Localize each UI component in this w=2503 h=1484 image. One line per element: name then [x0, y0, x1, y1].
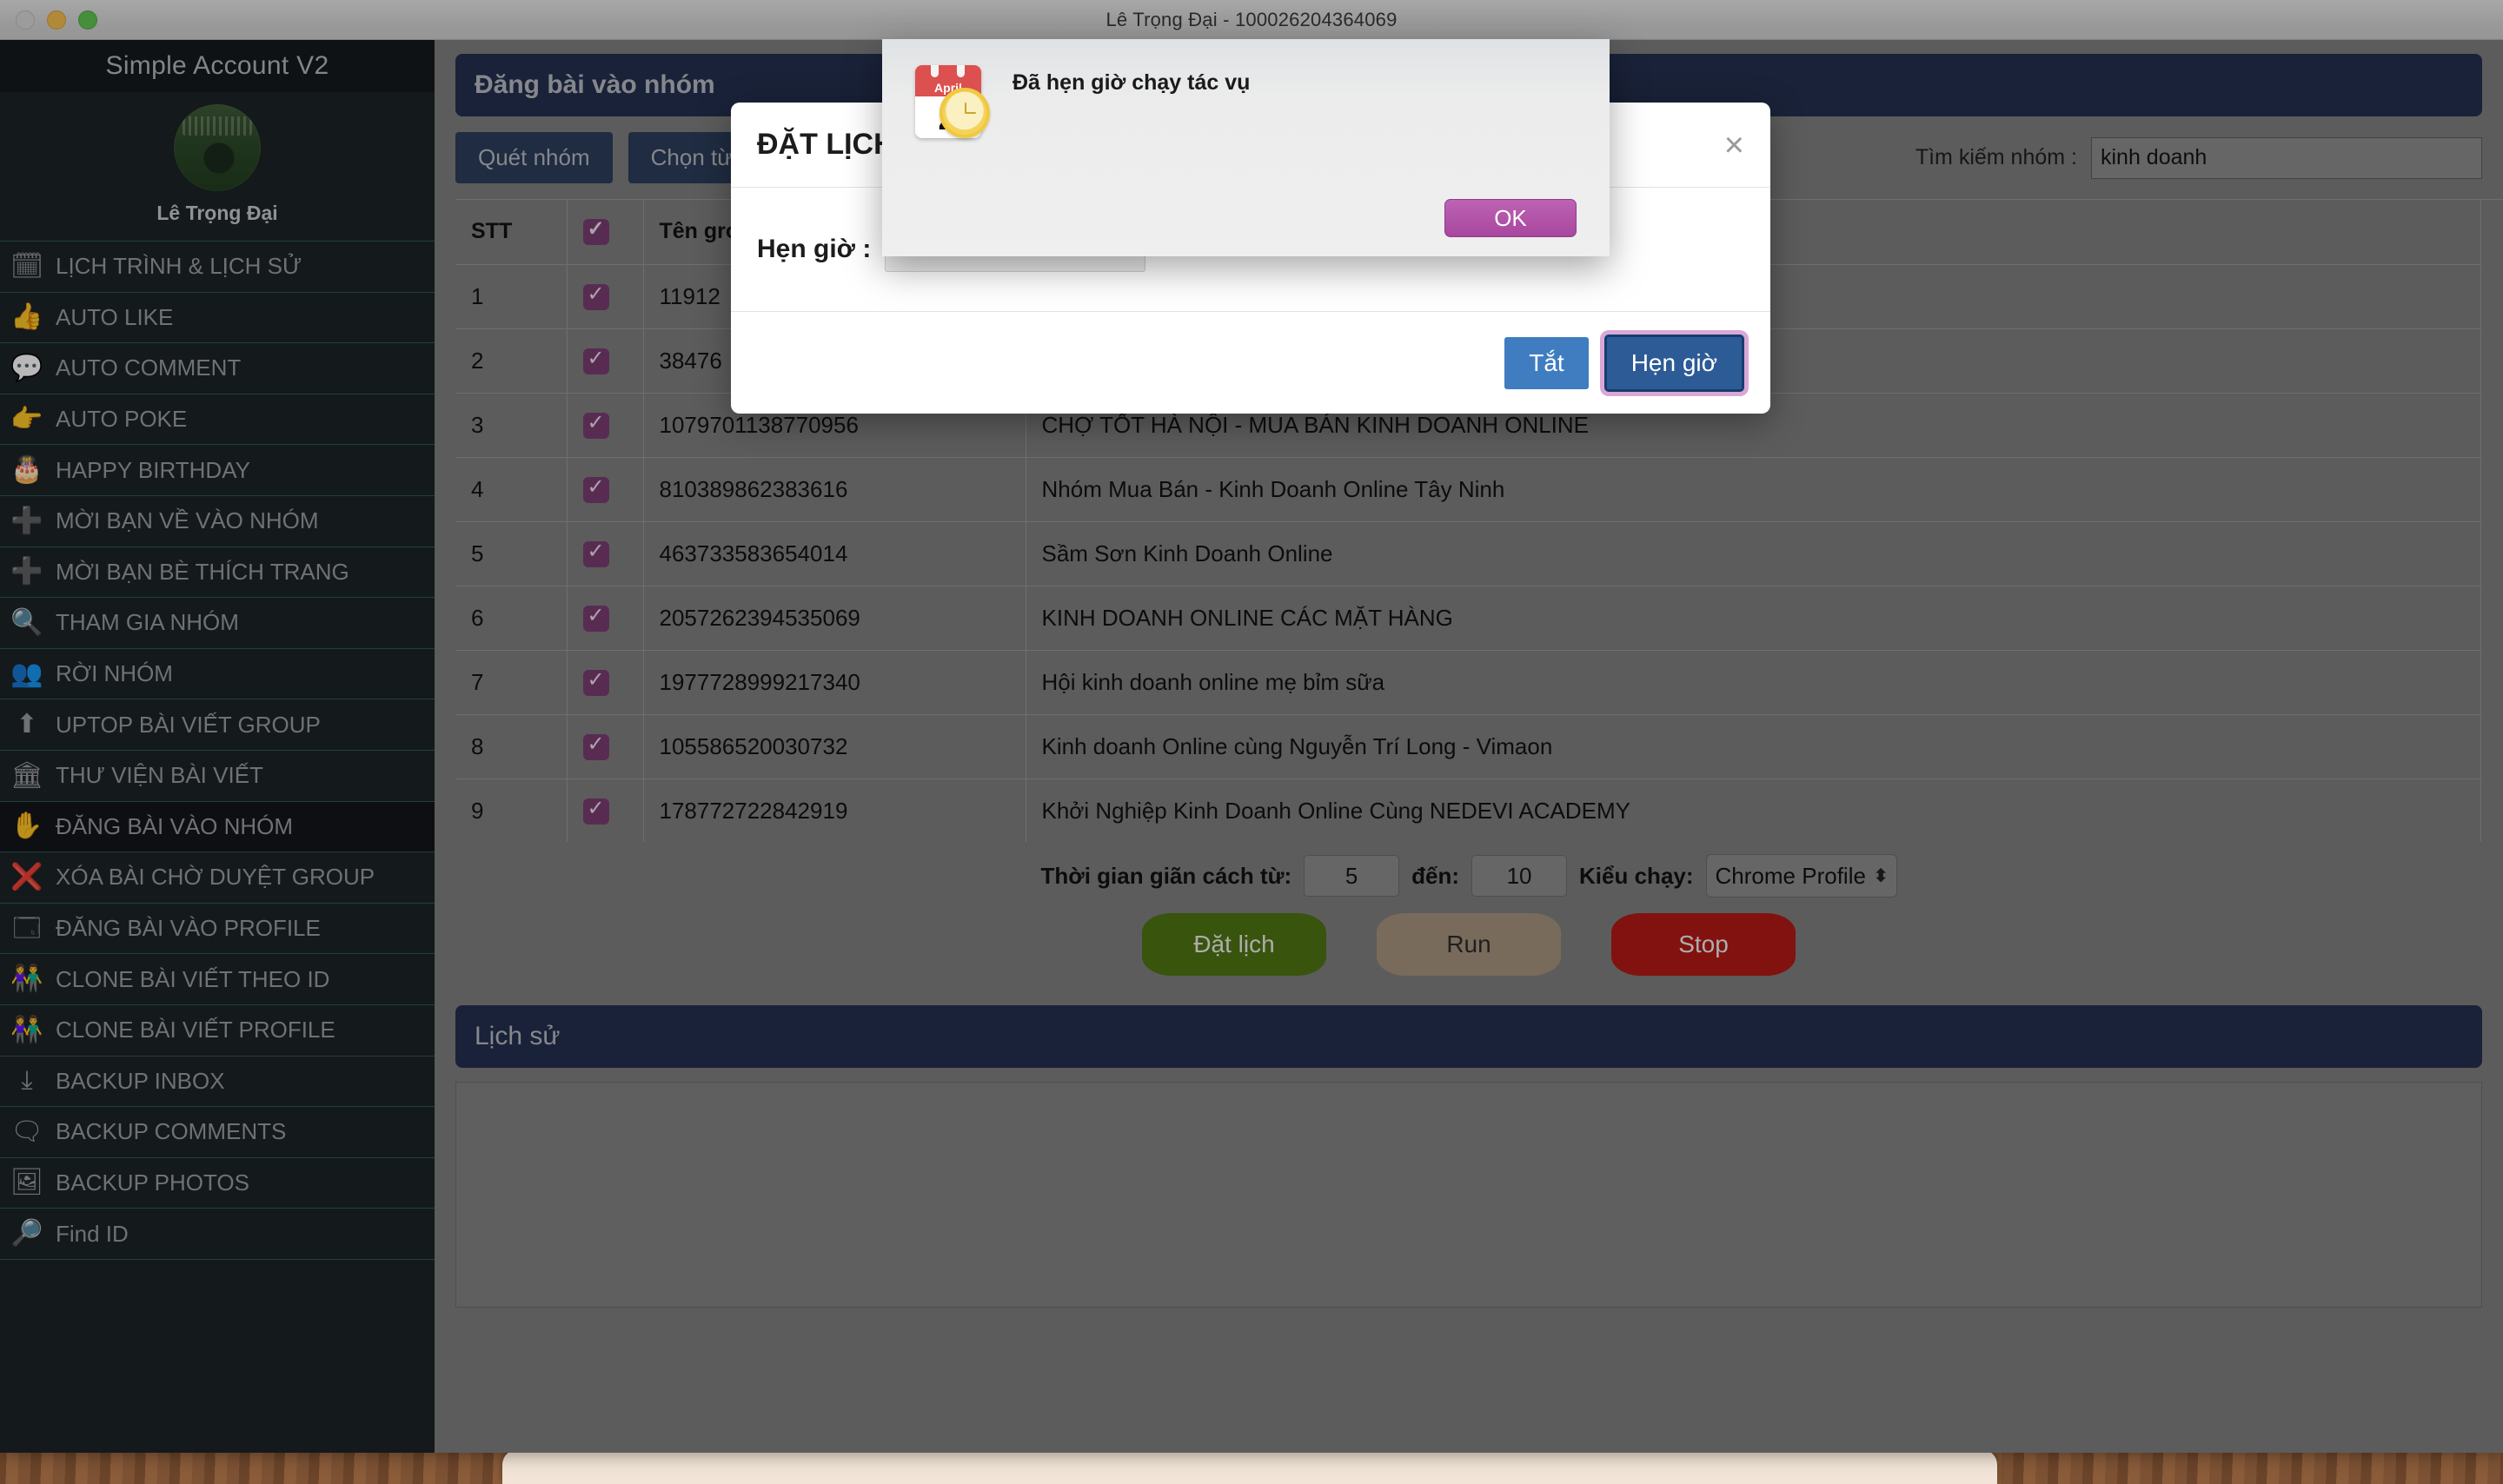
- calendar-clock-icon: April 2: [910, 58, 990, 145]
- cancel-button[interactable]: Tắt: [1504, 336, 1589, 389]
- clock-face-icon: [939, 88, 990, 138]
- dock[interactable]: [502, 1449, 1997, 1484]
- alert-ok-button[interactable]: OK: [1444, 199, 1577, 237]
- alert-dialog: April 2 Đã hẹn giờ chạy tác vụ OK: [882, 39, 1610, 256]
- app-window: Lê Trọng Đại - 100026204364069 Simple Ac…: [0, 0, 2503, 1453]
- schedule-dialog-footer: Tắt Hẹn giờ: [731, 311, 1770, 414]
- time-label: Hẹn giờ :: [757, 235, 872, 263]
- close-icon[interactable]: ×: [1724, 128, 1744, 162]
- confirm-schedule-button[interactable]: Hẹn giờ: [1603, 334, 1744, 392]
- alert-footer: OK: [882, 199, 1610, 256]
- schedule-dialog-title: ĐẶT LỊCH: [757, 128, 895, 161]
- alert-message: Đã hẹn giờ chạy tác vụ: [1012, 70, 1251, 95]
- alert-content: April 2 Đã hẹn giờ chạy tác vụ: [882, 39, 1610, 145]
